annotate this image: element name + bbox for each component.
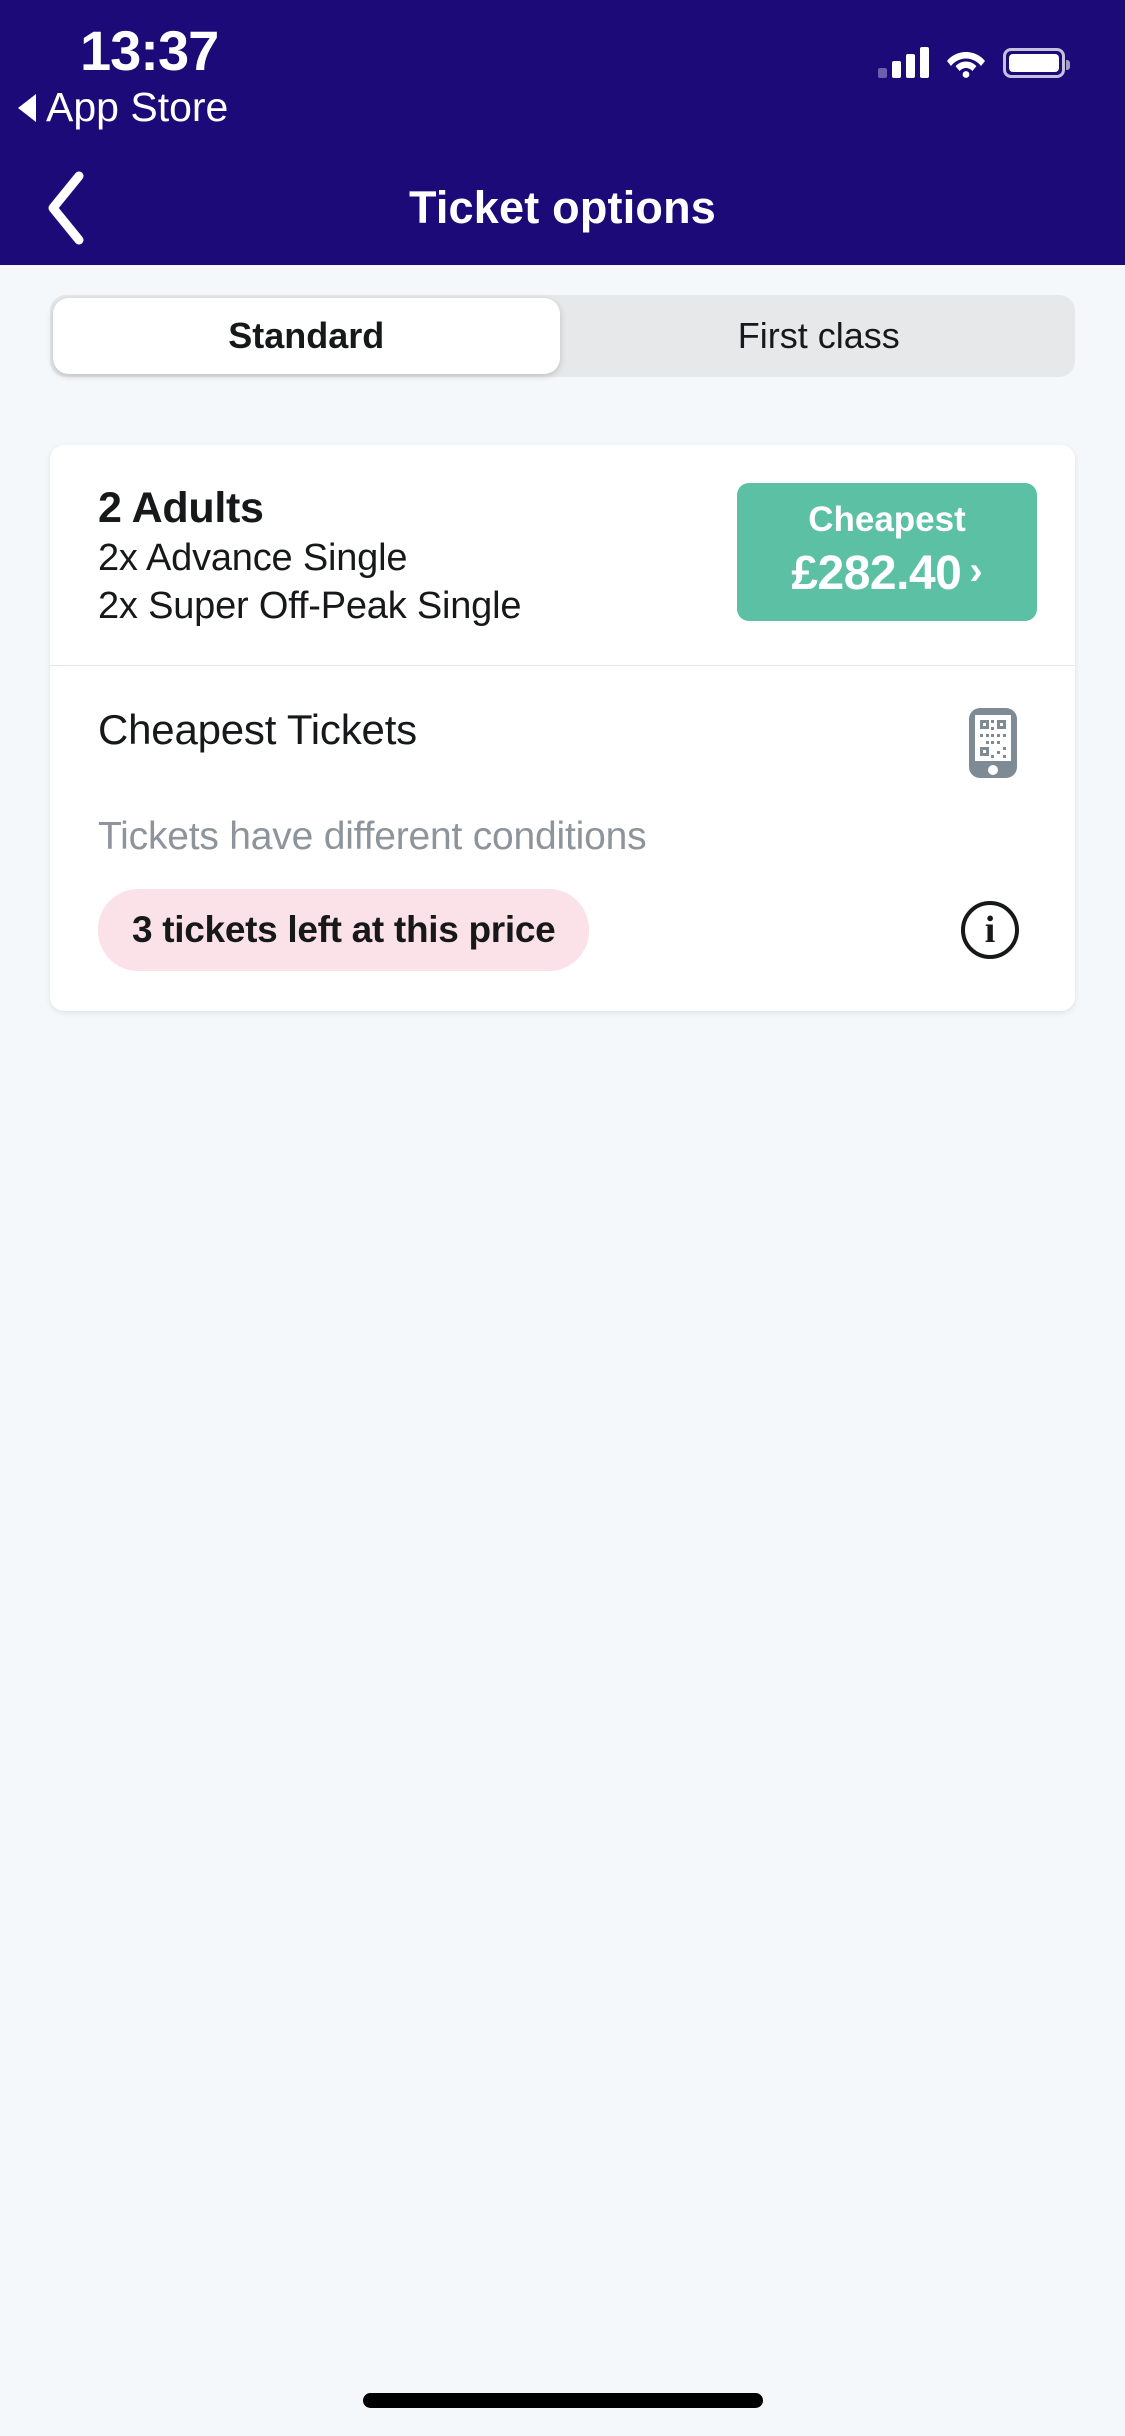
ticket-conditions-note: Tickets have different conditions [98, 814, 647, 858]
return-app-label: App Store [46, 84, 229, 130]
fare-line-1: 2x Advance Single [98, 536, 408, 579]
tickets-left-badge: 3 tickets left at this price [98, 888, 590, 971]
cellular-signal-icon [878, 46, 929, 78]
app-screen: 13:37 App Store Ticket options Standard … [0, 0, 1125, 2436]
ticket-card-header: 2 Adults 2x Advance Single 2x Super Off-… [50, 445, 1075, 666]
page-title: Ticket options [408, 181, 716, 233]
navigation-bar: Ticket options [0, 150, 1125, 265]
chevron-left-icon [48, 171, 84, 244]
back-triangle-icon [18, 93, 36, 122]
price-button-label: Cheapest [808, 500, 966, 539]
ticket-type-name: Cheapest Tickets [98, 705, 417, 753]
wifi-icon [945, 46, 987, 78]
ticket-details-header: Cheapest Tickets [98, 706, 1027, 785]
class-segmented-control: Standard First class [50, 295, 1075, 377]
chevron-right-icon: › [969, 549, 983, 593]
tab-first-class[interactable]: First class [563, 295, 1076, 377]
return-to-app-store-button[interactable]: App Store [18, 84, 228, 131]
back-button[interactable] [20, 163, 110, 253]
battery-icon [1003, 48, 1070, 78]
passenger-summary: 2 Adults 2x Advance Single 2x Super Off-… [98, 481, 521, 631]
tab-standard[interactable]: Standard [53, 298, 560, 374]
main-content: Standard First class 2 Adults 2x Advance… [0, 265, 1125, 2436]
top-bar: 13:37 App Store Ticket options [0, 0, 1125, 265]
price-button-value-row: £282.40 › [791, 546, 982, 601]
info-circle-icon[interactable]: i [961, 900, 1019, 959]
ticket-card-details: Cheapest Tickets Tickets have different … [50, 666, 1075, 1011]
cheapest-price-button[interactable]: Cheapest £282.40 › [737, 483, 1037, 621]
mobile-ticket-qr-icon [967, 706, 1019, 785]
price-amount: £282.40 [791, 546, 962, 600]
passenger-count: 2 Adults [98, 484, 264, 532]
status-bar: 13:37 App Store [0, 14, 1125, 131]
fare-line-2: 2x Super Off-Peak Single [98, 585, 522, 628]
status-bar-time: 13:37 [80, 19, 219, 82]
status-bar-icons [878, 32, 1070, 78]
home-indicator [362, 2393, 763, 2408]
ticket-option-card: 2 Adults 2x Advance Single 2x Super Off-… [50, 445, 1075, 1011]
availability-row: 3 tickets left at this price i [98, 888, 1027, 971]
info-icon-letter: i [984, 908, 996, 951]
